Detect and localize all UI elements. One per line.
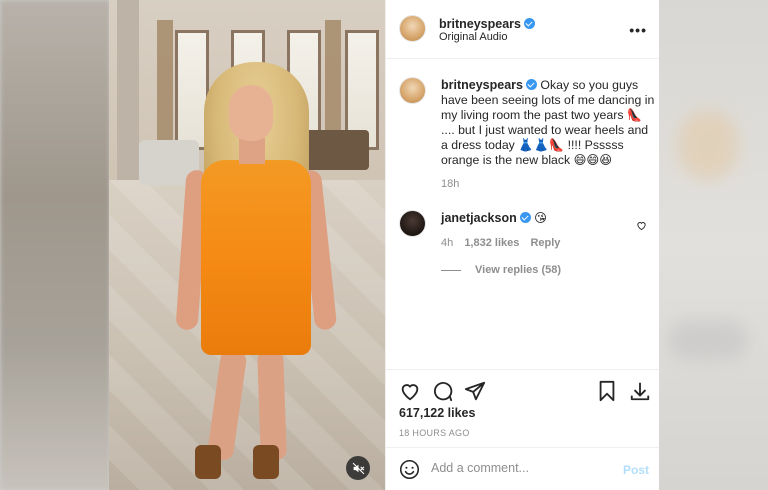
audio-label[interactable]: Original Audio <box>439 31 508 43</box>
author-avatar[interactable] <box>399 15 426 42</box>
view-replies-link[interactable]: View replies (58) <box>441 264 561 276</box>
likes-count[interactable]: 617,122 likes <box>399 406 475 420</box>
post-timestamp[interactable]: 18 HOURS AGO <box>399 428 470 438</box>
emoji-smiley-icon[interactable] <box>399 459 420 485</box>
blurred-backdrop-right <box>658 0 768 490</box>
mute-button[interactable] <box>346 456 370 480</box>
comment-bubble-icon[interactable] <box>431 380 453 407</box>
save-bookmark-icon[interactable] <box>596 380 618 407</box>
blurred-backdrop-left <box>0 0 110 490</box>
post-header: britneyspears Original Audio ••• <box>386 0 659 59</box>
verified-badge-icon <box>519 212 531 223</box>
comment-input[interactable] <box>431 461 611 475</box>
verified-badge-icon <box>523 18 535 29</box>
comment-like-heart-icon[interactable] <box>636 218 647 236</box>
post-video[interactable] <box>109 0 385 490</box>
share-paper-plane-icon[interactable] <box>464 380 486 407</box>
caption-text: britneyspears Okay so you guys have been… <box>441 78 656 168</box>
comment-bar: Post <box>386 447 659 490</box>
comment-time[interactable]: 4h <box>441 237 453 249</box>
comment-text: 😘 <box>534 211 547 225</box>
post-comment-button[interactable]: Post <box>623 463 649 477</box>
speaker-muted-icon <box>352 462 364 474</box>
orange-dress <box>201 160 311 355</box>
caption-author-avatar[interactable] <box>399 77 426 104</box>
like-heart-icon[interactable] <box>399 380 421 407</box>
post-panel: britneyspears Original Audio ••• britney… <box>385 0 659 490</box>
commenter-avatar[interactable] <box>399 210 426 237</box>
person-face <box>229 85 273 141</box>
download-icon[interactable] <box>629 380 651 407</box>
caption-time[interactable]: 18h <box>441 178 459 190</box>
more-options-icon[interactable]: ••• <box>629 22 647 38</box>
author-username[interactable]: britneyspears <box>439 17 521 31</box>
comment-likes[interactable]: 1,832 likes <box>464 237 519 249</box>
verified-badge-icon <box>525 79 537 90</box>
reply-button[interactable]: Reply <box>530 237 560 249</box>
caption-username[interactable]: britneyspears <box>441 78 523 92</box>
commenter-username[interactable]: janetjackson <box>441 211 517 225</box>
